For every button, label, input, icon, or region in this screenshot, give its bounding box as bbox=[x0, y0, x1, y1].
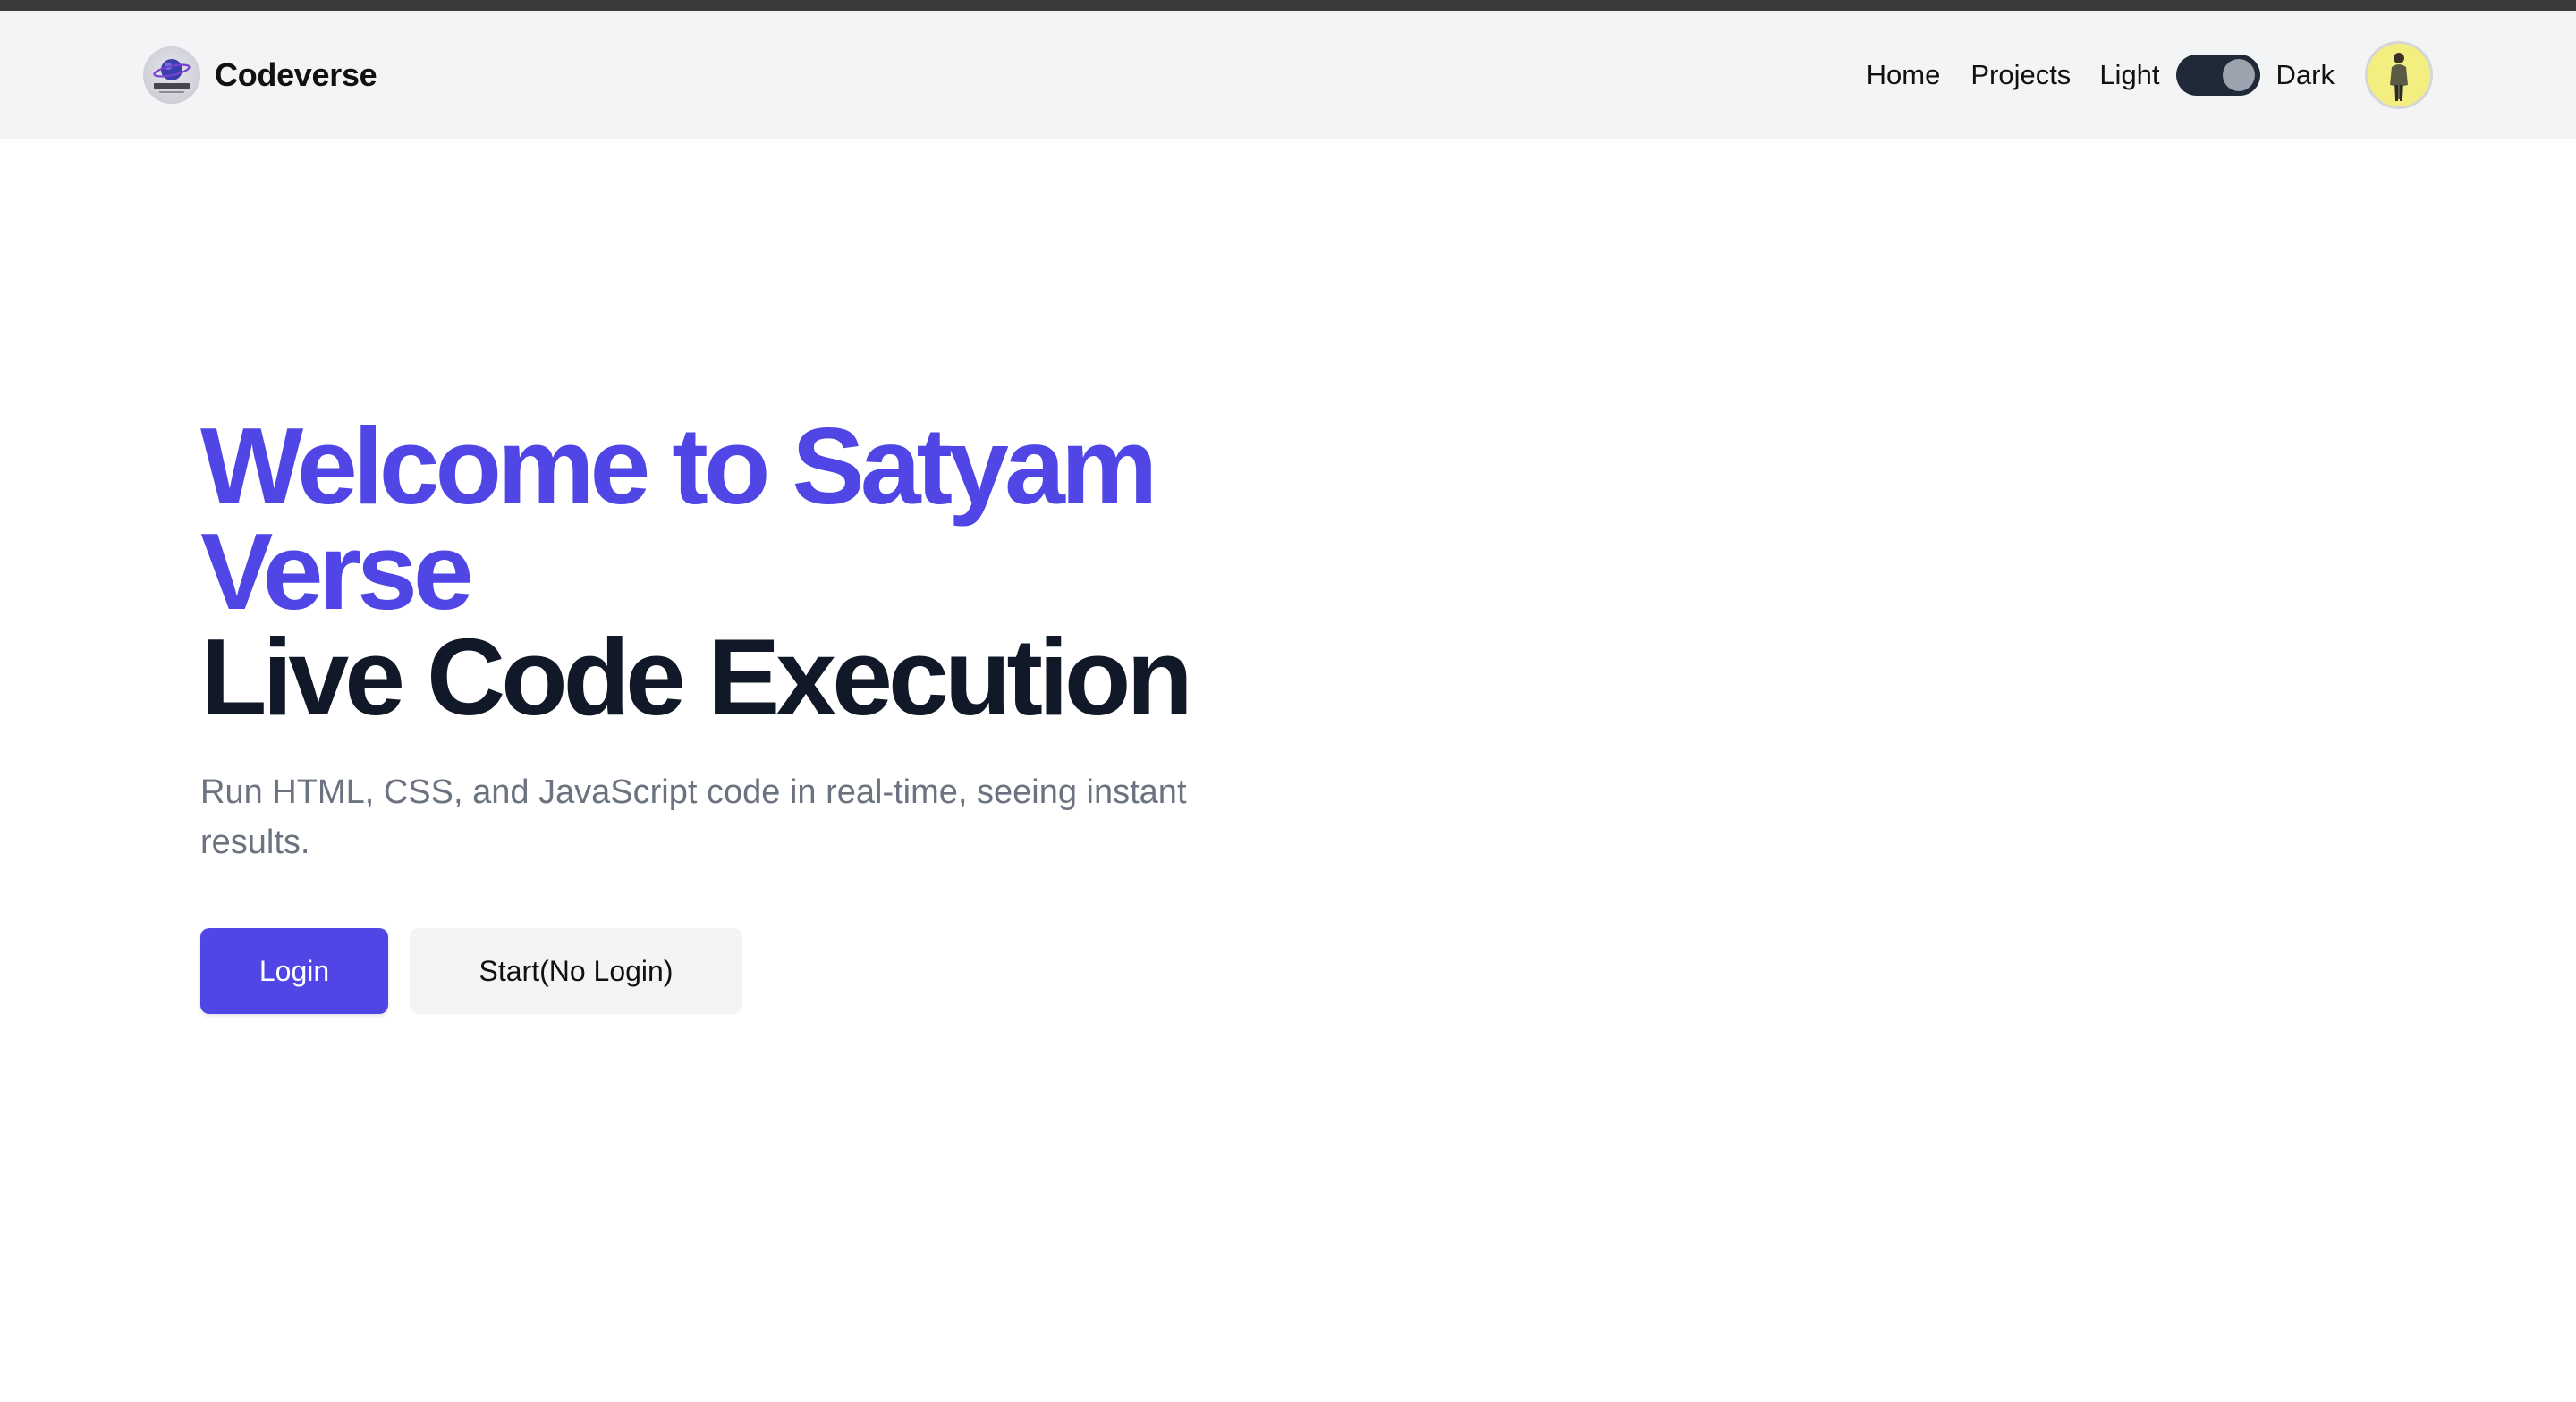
theme-toggle-knob bbox=[2222, 59, 2255, 91]
navbar: Codeverse Home Projects Light Dark bbox=[0, 11, 2576, 139]
hero-section: Welcome to Satyam Verse Live Code Execut… bbox=[200, 405, 1274, 1014]
nav-menu: Home Projects Light Dark bbox=[1867, 41, 2433, 109]
brand-name: Codeverse bbox=[215, 56, 377, 93]
hero-title-main: Live Code Execution bbox=[200, 616, 1193, 738]
hero-subtitle: Run HTML, CSS, and JavaScript code in re… bbox=[200, 773, 1187, 861]
user-avatar-icon[interactable] bbox=[2365, 41, 2433, 109]
hero-title: Welcome to Satyam Verse Live Code Execut… bbox=[200, 405, 1274, 738]
theme-toggle[interactable] bbox=[2175, 55, 2260, 96]
hero-title-accent: Welcome to Satyam Verse bbox=[200, 405, 1157, 632]
theme-light-label: Light bbox=[2099, 59, 2160, 90]
hero-actions: Login Start(No Login) bbox=[200, 928, 1274, 1014]
brand-home-link[interactable]: Codeverse bbox=[143, 45, 377, 106]
planet-logo-icon bbox=[143, 46, 200, 104]
nav-projects-link[interactable]: Projects bbox=[1970, 59, 2071, 91]
window-top-strip bbox=[0, 0, 2576, 11]
theme-dark-label: Dark bbox=[2275, 59, 2334, 90]
start-no-login-button[interactable]: Start(No Login) bbox=[410, 928, 742, 1014]
nav-home-link[interactable]: Home bbox=[1867, 59, 1941, 91]
login-button[interactable]: Login bbox=[200, 928, 388, 1014]
